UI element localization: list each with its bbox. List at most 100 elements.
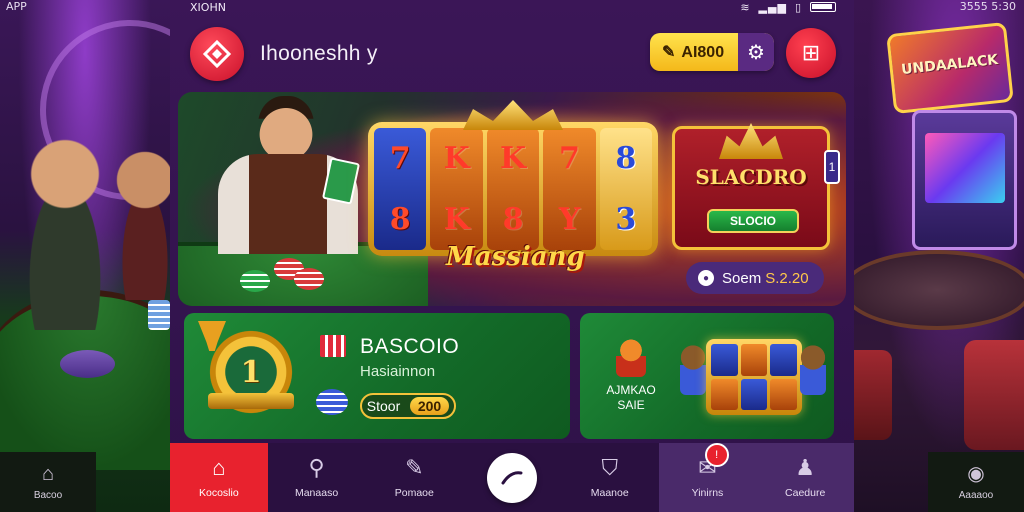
promo-card-slots[interactable]: AJMKAO SAIE xyxy=(580,313,834,439)
notification-badge: ! xyxy=(704,443,729,467)
right-status-text: 3555 5:30 xyxy=(959,0,1016,13)
background-left-scene: APP ⌂ Bacoo xyxy=(0,0,170,512)
coin-icon: ● xyxy=(698,270,714,286)
decor-player-2 xyxy=(110,150,170,300)
edit-icon: ✎ xyxy=(405,454,424,480)
reel: K K xyxy=(430,128,483,250)
nav-item-search[interactable]: ⚲ Manaaso xyxy=(268,443,366,512)
app-logo[interactable] xyxy=(190,27,244,81)
decor-chips xyxy=(294,268,324,290)
decor-chair xyxy=(964,340,1024,450)
promo-button-value: 200 xyxy=(409,397,450,415)
shield-icon: ⛉ xyxy=(601,454,618,480)
bottom-navigation: ⌂ Kocoslio ⚲ Manaaso ✎ Pomaoe ⛉ Maanoe !… xyxy=(170,443,855,512)
monkey-icon xyxy=(800,345,826,395)
crown-icon xyxy=(719,123,783,159)
decor-roulette-table xyxy=(852,250,1024,330)
home-icon: ⌂ xyxy=(212,454,226,480)
lock-icon: ◉ xyxy=(967,462,985,485)
carousel-tab[interactable]: 1 xyxy=(824,150,840,184)
status-time: XIOHN xyxy=(190,0,226,14)
promo-subtitle: Hasiainnon xyxy=(360,363,436,380)
coin-balance-button[interactable]: ✎ AI800 ⚙ xyxy=(650,33,774,71)
nav-label: Maanoe xyxy=(590,486,629,499)
slot-reels: 7 8 K K K 8 7 Y 8 3 xyxy=(368,100,658,256)
user-icon: ♟ xyxy=(795,454,816,480)
home-icon: ⌂ xyxy=(41,462,55,485)
nav-label: Pomaoe xyxy=(394,486,434,499)
decor-arcade-sign: UNDAALACK xyxy=(886,21,1014,115)
balance-amount: S.2.20 xyxy=(765,269,809,287)
promo-button[interactable]: Stoor 200 xyxy=(360,393,456,419)
search-icon: ⚲ xyxy=(308,454,325,480)
reel-symbol: K xyxy=(499,140,527,176)
notification-icon: ▯ xyxy=(794,0,802,14)
decor-slot-machine xyxy=(912,110,1017,250)
decor-chip-stack xyxy=(148,300,170,330)
promo-title: BASCOIO xyxy=(360,335,460,358)
reel: 7 8 xyxy=(374,128,427,250)
reel-symbol: 7 xyxy=(389,140,411,176)
nav-item-edit[interactable]: ✎ Pomaoe xyxy=(365,443,463,512)
reel-symbol: 7 xyxy=(558,140,580,176)
nav-item-shield[interactable]: ⛉ Maanoe xyxy=(561,443,659,512)
decor-player xyxy=(10,130,120,330)
left-nav-item: ⌂ Bacoo xyxy=(0,452,96,512)
app-title: Ihooneshh y xyxy=(260,42,378,65)
promo-right-text: AJMKAO SAIE xyxy=(606,383,656,412)
right-nav-item: ◉ Aaaaoo xyxy=(928,452,1024,512)
ribbon-icon xyxy=(208,393,294,409)
balance-pill[interactable]: ● Soem S.2.20 xyxy=(686,262,824,294)
mini-slot-machine xyxy=(706,339,802,415)
nav-item-home[interactable]: ⌂ Kocoslio xyxy=(170,443,268,512)
wifi-icon: ≋ xyxy=(740,0,751,14)
gear-icon[interactable]: ⚙ xyxy=(738,33,774,71)
hero-banner[interactable]: 7 8 K K K 8 7 Y 8 3 Massiang SLACDRO SLO… xyxy=(178,92,846,306)
status-icons: ≋ ▂▄▆ ▯ xyxy=(740,1,836,14)
background-right-scene: UNDAALACK 3555 5:30 ◉ Aaaaoo xyxy=(852,0,1024,512)
nav-item-center[interactable] xyxy=(463,443,561,512)
gift-button[interactable]: ⊞ xyxy=(786,28,836,78)
status-bar: XIOHN ≋ ▂▄▆ ▯ xyxy=(170,0,854,14)
nav-label: Manaaso xyxy=(294,486,339,499)
nav-item-messages[interactable]: ! ✉ Yinirns xyxy=(658,443,757,512)
jackpot-title: SLACDRO xyxy=(695,165,807,189)
game-brand-logo: Massiang xyxy=(446,242,585,272)
decor-chair-2 xyxy=(852,350,892,440)
right-nav-label: Aaaaoo xyxy=(958,489,994,501)
crown-icon xyxy=(463,100,563,130)
decor-chips xyxy=(60,350,115,378)
medal-number: 1 xyxy=(240,355,262,390)
left-status-text: APP xyxy=(6,0,27,13)
phone-screen: XIOHN ≋ ▂▄▆ ▯ Ihooneshh y ✎ AI800 ⚙ ⊞ 7 … xyxy=(170,0,855,512)
reel-symbol: 8 xyxy=(615,140,637,176)
left-nav-label: Bacoo xyxy=(33,489,63,501)
arcade-sign-text: UNDAALACK xyxy=(900,51,999,79)
refresh-icon xyxy=(501,470,523,484)
promo-button-label: Stoor xyxy=(366,398,401,414)
coin-amount: AI800 xyxy=(681,44,725,61)
nav-label: Yinirns xyxy=(691,486,724,499)
battery-icon xyxy=(810,2,836,12)
diamond-logo-icon xyxy=(202,39,232,69)
jackpot-card[interactable]: SLACDRO SLOCIO xyxy=(672,123,830,250)
gift-icon: ⊞ xyxy=(801,40,821,65)
reel-symbol: K xyxy=(443,201,470,237)
center-action-button[interactable] xyxy=(487,452,538,503)
nav-item-profile[interactable]: ♟ Caedure xyxy=(756,443,855,512)
reel-symbol: Y xyxy=(558,201,581,237)
promo-card-tournament[interactable]: 1 BASCOIO Hasiainnon Stoor 200 xyxy=(184,313,570,439)
nav-label: Kocoslio xyxy=(199,486,239,499)
coin-balance-value: ✎ AI800 xyxy=(650,42,738,62)
chip-icon xyxy=(316,389,348,415)
reel-symbol: 8 xyxy=(389,201,411,237)
signal-icon: ▂▄▆ xyxy=(758,0,787,14)
monkey-icon xyxy=(680,345,706,395)
reel-symbol: 8 xyxy=(502,201,524,237)
reel: 8 3 xyxy=(599,128,653,250)
balance-label: Soem xyxy=(722,269,762,287)
reel: 7 Y xyxy=(543,128,596,250)
character-icon xyxy=(616,339,646,377)
jackpot-button[interactable]: SLOCIO xyxy=(707,209,799,233)
card-icon xyxy=(320,335,346,357)
